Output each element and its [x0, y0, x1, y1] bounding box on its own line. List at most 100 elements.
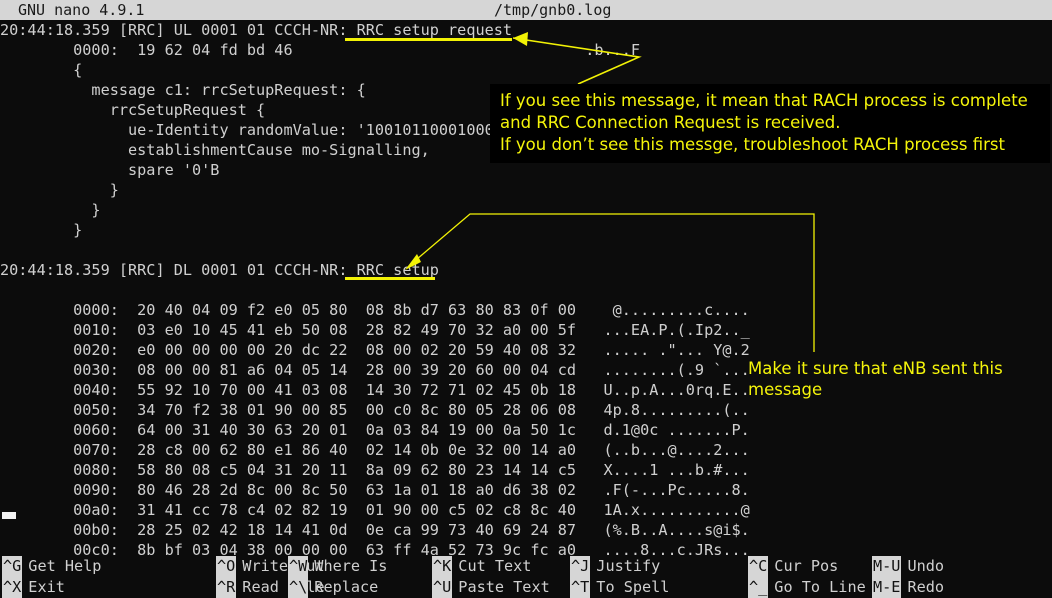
- shortcut-label: Undo: [907, 557, 945, 575]
- highlight-underline-rrc-setup: [345, 277, 435, 280]
- shortcut-key: ^C: [748, 556, 769, 577]
- hexdump-row: 0070: 28 c8 00 62 80 e1 86 40 02 14 0b 0…: [0, 440, 1052, 460]
- shortcut-key: ^J: [570, 556, 591, 577]
- shortcut-item[interactable]: ^T To Spell: [570, 577, 669, 598]
- shortcut-key: M-U: [872, 556, 902, 577]
- shortcut-item[interactable]: ^X Exit: [2, 577, 101, 598]
- hexdump-bytes-high: 0e ca 99 73 40 69 24 87: [365, 521, 604, 539]
- hexdump-offset: 0000:: [0, 301, 138, 319]
- hexdump-bytes-low: e0 00 00 00 00 20 dc 22: [137, 341, 366, 359]
- shortcut-key: ^\: [288, 577, 309, 598]
- hexdump-bytes-low: 58 80 08 c5 04 31 20 11: [137, 461, 366, 479]
- shortcut-key: ^R: [216, 577, 237, 598]
- hexdump-bytes-high: 0a 03 84 19 00 0a 50 1c: [365, 421, 604, 439]
- hexdump-offset: 0030:: [0, 361, 138, 379]
- shortcut-key: ^O: [216, 556, 237, 577]
- hexdump-bytes-high: 8a 09 62 80 23 14 14 c5: [365, 461, 604, 479]
- hexdump-bytes-low: 80 46 28 2d 8c 00 8c 50: [137, 481, 366, 499]
- asn1-line: }: [0, 221, 83, 239]
- highlight-underline-rrc-setup-request: [345, 38, 512, 41]
- asn1-line: }: [0, 201, 101, 219]
- shortcut-item[interactable]: ^_ Go To Line: [748, 577, 866, 598]
- shortcut-key: M-E: [872, 577, 902, 598]
- callout-enb-note: Make it sure that eNB sent this message: [748, 359, 1003, 399]
- hexdump-row: 0080: 58 80 08 c5 04 31 20 11 8a 09 62 8…: [0, 460, 1052, 480]
- hexdump-ascii: ...EA.P.(.Ip2.._: [603, 321, 750, 339]
- shortcut-column: ^C Cur Pos ^_ Go To Line: [748, 556, 866, 598]
- log-line-dl-header: 20:44:18.359 [RRC] DL 0001 01 CCCH-NR: R…: [0, 261, 439, 279]
- hexdump-bytes-low: 34 70 f2 38 01 90 00 85: [137, 401, 366, 419]
- hexdump-ascii: U..p.A...0rq.E..: [603, 381, 750, 399]
- hexdump-ascii: ..... ."... Y@.2: [603, 341, 750, 359]
- hexdump-bytes-high: 28 82 49 70 32 a0 00 5f: [365, 321, 604, 339]
- hexdump-ascii: (..b...@....2...: [603, 441, 750, 459]
- shortcut-item[interactable]: ^K Cut Text: [432, 556, 550, 577]
- shortcut-item[interactable]: M-U Undo: [872, 556, 944, 577]
- asn1-line: }: [0, 181, 119, 199]
- shortcut-key: ^U: [432, 577, 453, 598]
- shortcut-bar: ^G Get Help ^X Exit ^O Write Out ^R Read File ^W…: [0, 556, 1052, 598]
- shortcut-item[interactable]: ^C Cur Pos: [748, 556, 866, 577]
- shortcut-column: ^W Where Is ^\ Replace: [288, 556, 387, 598]
- hexdump-bytes-high: 14 30 72 71 02 45 0b 18: [365, 381, 604, 399]
- log-line-ul-header: 20:44:18.359 [RRC] UL 0001 01 CCCH-NR: R…: [0, 21, 513, 39]
- shortcut-label: Exit: [28, 578, 65, 596]
- hexdump-bytes-low: 28 25 02 42 18 14 41 0d: [137, 521, 366, 539]
- hexdump-offset: 0040:: [0, 381, 138, 399]
- hexdump-bytes-low: 28 c8 00 62 80 e1 86 40: [137, 441, 366, 459]
- hexdump-offset: 0060:: [0, 421, 138, 439]
- hexdump-row: 0000: 20 40 04 09 f2 e0 05 80 08 8b d7 6…: [0, 300, 1052, 320]
- shortcut-item[interactable]: ^W Where Is: [288, 556, 387, 577]
- hexdump-row: 0010: 03 e0 10 45 41 eb 50 08 28 82 49 7…: [0, 320, 1052, 340]
- hexdump-bytes-high: 00 c0 8c 80 05 28 06 08: [365, 401, 604, 419]
- hexdump-offset: 00a0:: [0, 501, 138, 519]
- shortcut-item[interactable]: M-E Redo: [872, 577, 944, 598]
- hexdump-offset: 0090:: [0, 481, 138, 499]
- hexdump-bytes-low: 08 00 00 81 a6 04 05 14: [137, 361, 366, 379]
- hexdump-offset: 0050:: [0, 401, 138, 419]
- hexdump-row: 0060: 64 00 31 40 30 63 20 01 0a 03 84 1…: [0, 420, 1052, 440]
- hexdump-offset: 00b0:: [0, 521, 138, 539]
- shortcut-label: Get Help: [28, 557, 102, 575]
- log-line-ul-hex: 0000: 19 62 04 fd bd 46 .b...F: [0, 41, 641, 59]
- hexdump-ascii: (%.B..A....s@i$.: [603, 521, 750, 539]
- callout-rach-note: If you see this message, it mean that RA…: [490, 84, 1050, 163]
- shortcut-item[interactable]: ^J Justify: [570, 556, 669, 577]
- hexdump-bytes-high: 02 14 0b 0e 32 00 14 a0: [365, 441, 604, 459]
- hexdump-ascii: 1A.x...........@: [603, 501, 750, 519]
- titlebar: GNU nano 4.9.1 /tmp/gnb0.log: [0, 0, 1052, 20]
- hexdump-bytes-low: 64 00 31 40 30 63 20 01: [137, 421, 366, 439]
- shortcut-label: Where Is: [314, 557, 388, 575]
- shortcut-column: ^J Justify ^T To Spell: [570, 556, 669, 598]
- titlebar-app-name: GNU nano 4.9.1: [18, 1, 145, 19]
- hexdump-offset: 0010:: [0, 321, 138, 339]
- shortcut-label: Cur Pos: [774, 557, 839, 575]
- hexdump-bytes-low: 31 41 cc 78 c4 02 82 19: [137, 501, 366, 519]
- shortcut-column: ^G Get Help ^X Exit: [2, 556, 101, 598]
- hexdump-offset: 0080:: [0, 461, 138, 479]
- hexdump-ascii: ........(.9 `...: [603, 361, 750, 379]
- hexdump-offset: 0070:: [0, 441, 138, 459]
- nano-terminal-window: GNU nano 4.9.1 /tmp/gnb0.log 20:44:18.35…: [0, 0, 1052, 598]
- asn1-line: spare '0'B: [0, 161, 220, 179]
- shortcut-key: ^K: [432, 556, 453, 577]
- hexdump-bytes-high: 63 1a 01 18 a0 d6 38 02: [365, 481, 604, 499]
- shortcut-key: ^W: [288, 556, 309, 577]
- shortcut-label: Replace: [314, 578, 379, 596]
- hexdump-row: 0020: e0 00 00 00 00 20 dc 22 08 00 02 2…: [0, 340, 1052, 360]
- hexdump-ascii: @.........c....: [603, 301, 750, 319]
- hexdump-bytes-high: 08 00 02 20 59 40 08 32: [365, 341, 604, 359]
- shortcut-item[interactable]: ^\ Replace: [288, 577, 387, 598]
- hexdump-bytes-low: 55 92 10 70 00 41 03 08: [137, 381, 366, 399]
- hexdump-bytes-high: 28 00 39 20 60 00 04 cd: [365, 361, 604, 379]
- hexdump-bytes-low: 20 40 04 09 f2 e0 05 80: [137, 301, 366, 319]
- hexdump-bytes-low: 03 e0 10 45 41 eb 50 08: [137, 321, 366, 339]
- hexdump-offset: 0020:: [0, 341, 138, 359]
- shortcut-item[interactable]: ^U Paste Text: [432, 577, 550, 598]
- hexdump-row: 00a0: 31 41 cc 78 c4 02 82 19 01 90 00 c…: [0, 500, 1052, 520]
- shortcut-label: Cut Text: [458, 557, 532, 575]
- hexdump-row: 0090: 80 46 28 2d 8c 00 8c 50 63 1a 01 1…: [0, 480, 1052, 500]
- hexdump-bytes-high: 01 90 00 c5 02 c8 8c 40: [365, 501, 604, 519]
- shortcut-item[interactable]: ^G Get Help: [2, 556, 101, 577]
- shortcut-column: M-U Undo M-E Redo: [872, 556, 944, 598]
